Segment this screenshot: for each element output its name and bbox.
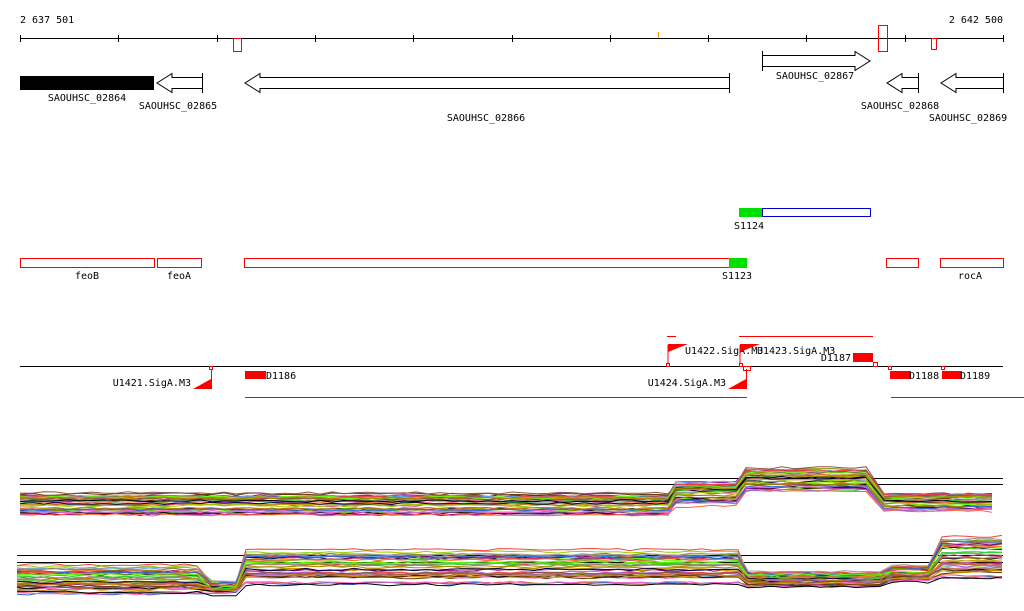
- feature-D1189[interactable]: D1189: [941, 366, 991, 383]
- expression-profile-bottom: [16, 534, 1003, 597]
- axis-start-label: 2 637 501: [20, 15, 74, 26]
- feature-label: D1186: [266, 371, 296, 382]
- feature-track: U1421.SigA.M3 D1186 U1422.SigA.M3 U1423.…: [20, 336, 1024, 398]
- segment-label: feoB: [75, 271, 99, 282]
- gene-SAOUHSC_02864[interactable]: SAOUHSC_02864: [20, 76, 154, 104]
- segment-S1124[interactable]: S1124: [734, 208, 871, 232]
- genome-browser-view: 2 637 501 2 642 500 SAOUHSC_02864 SAOUHS…: [16, 15, 1024, 597]
- feature-label: D1188: [909, 371, 939, 382]
- feature-label: D1187: [821, 353, 851, 364]
- gene-SAOUHSC_02867[interactable]: SAOUHSC_02867: [762, 50, 871, 82]
- segment-S1123[interactable]: S1123: [722, 258, 752, 282]
- feature-label: U1424.SigA.M3: [648, 378, 726, 389]
- gene-SAOUHSC_02866[interactable]: SAOUHSC_02866: [244, 72, 730, 124]
- axis-marker[interactable]: [233, 38, 242, 52]
- gene-label: SAOUHSC_02869: [929, 113, 1007, 124]
- expression-profile-top: [19, 466, 1003, 517]
- feature-label: D1189: [960, 371, 990, 382]
- gene-label: SAOUHSC_02867: [776, 71, 854, 82]
- segment-label: S1123: [722, 271, 752, 282]
- segment-label: feoA: [167, 271, 191, 282]
- feature-label: U1422.SigA.M3: [685, 346, 763, 357]
- feature-label: U1421.SigA.M3: [113, 378, 191, 389]
- segment-track: feoB feoA S1123 rocA: [20, 258, 1004, 283]
- gene-track: SAOUHSC_02864 SAOUHSC_02865 SAOUHSC_0286…: [20, 50, 1007, 124]
- axis-marker[interactable]: [931, 38, 937, 50]
- segment-feoB[interactable]: feoB: [20, 258, 155, 283]
- gene-label: SAOUHSC_02865: [139, 101, 217, 112]
- segment-rocA[interactable]: rocA: [940, 258, 1004, 283]
- segment-label: rocA: [958, 271, 982, 282]
- feature-D1186[interactable]: D1186: [245, 371, 296, 382]
- gene-label: SAOUHSC_02864: [48, 93, 126, 104]
- feature-U1421[interactable]: U1421.SigA.M3: [113, 366, 213, 390]
- segment-long[interactable]: [244, 258, 730, 268]
- segment-feoA[interactable]: feoA: [157, 258, 202, 283]
- gene-label: SAOUHSC_02866: [447, 113, 525, 124]
- gene-label: SAOUHSC_02868: [861, 101, 939, 112]
- feature-D1187[interactable]: D1187: [821, 353, 878, 367]
- feature-U1424[interactable]: U1424.SigA.M3: [648, 366, 751, 390]
- feature-D1188[interactable]: D1188: [888, 366, 940, 383]
- gene-SAOUHSC_02869[interactable]: SAOUHSC_02869: [929, 72, 1007, 124]
- segment-label: S1124: [734, 221, 764, 232]
- coordinate-axis: 2 637 501 2 642 500: [20, 15, 1004, 52]
- gene-SAOUHSC_02868[interactable]: SAOUHSC_02868: [861, 72, 939, 112]
- axis-end-label: 2 642 500: [949, 15, 1003, 26]
- segment-small[interactable]: [886, 258, 919, 268]
